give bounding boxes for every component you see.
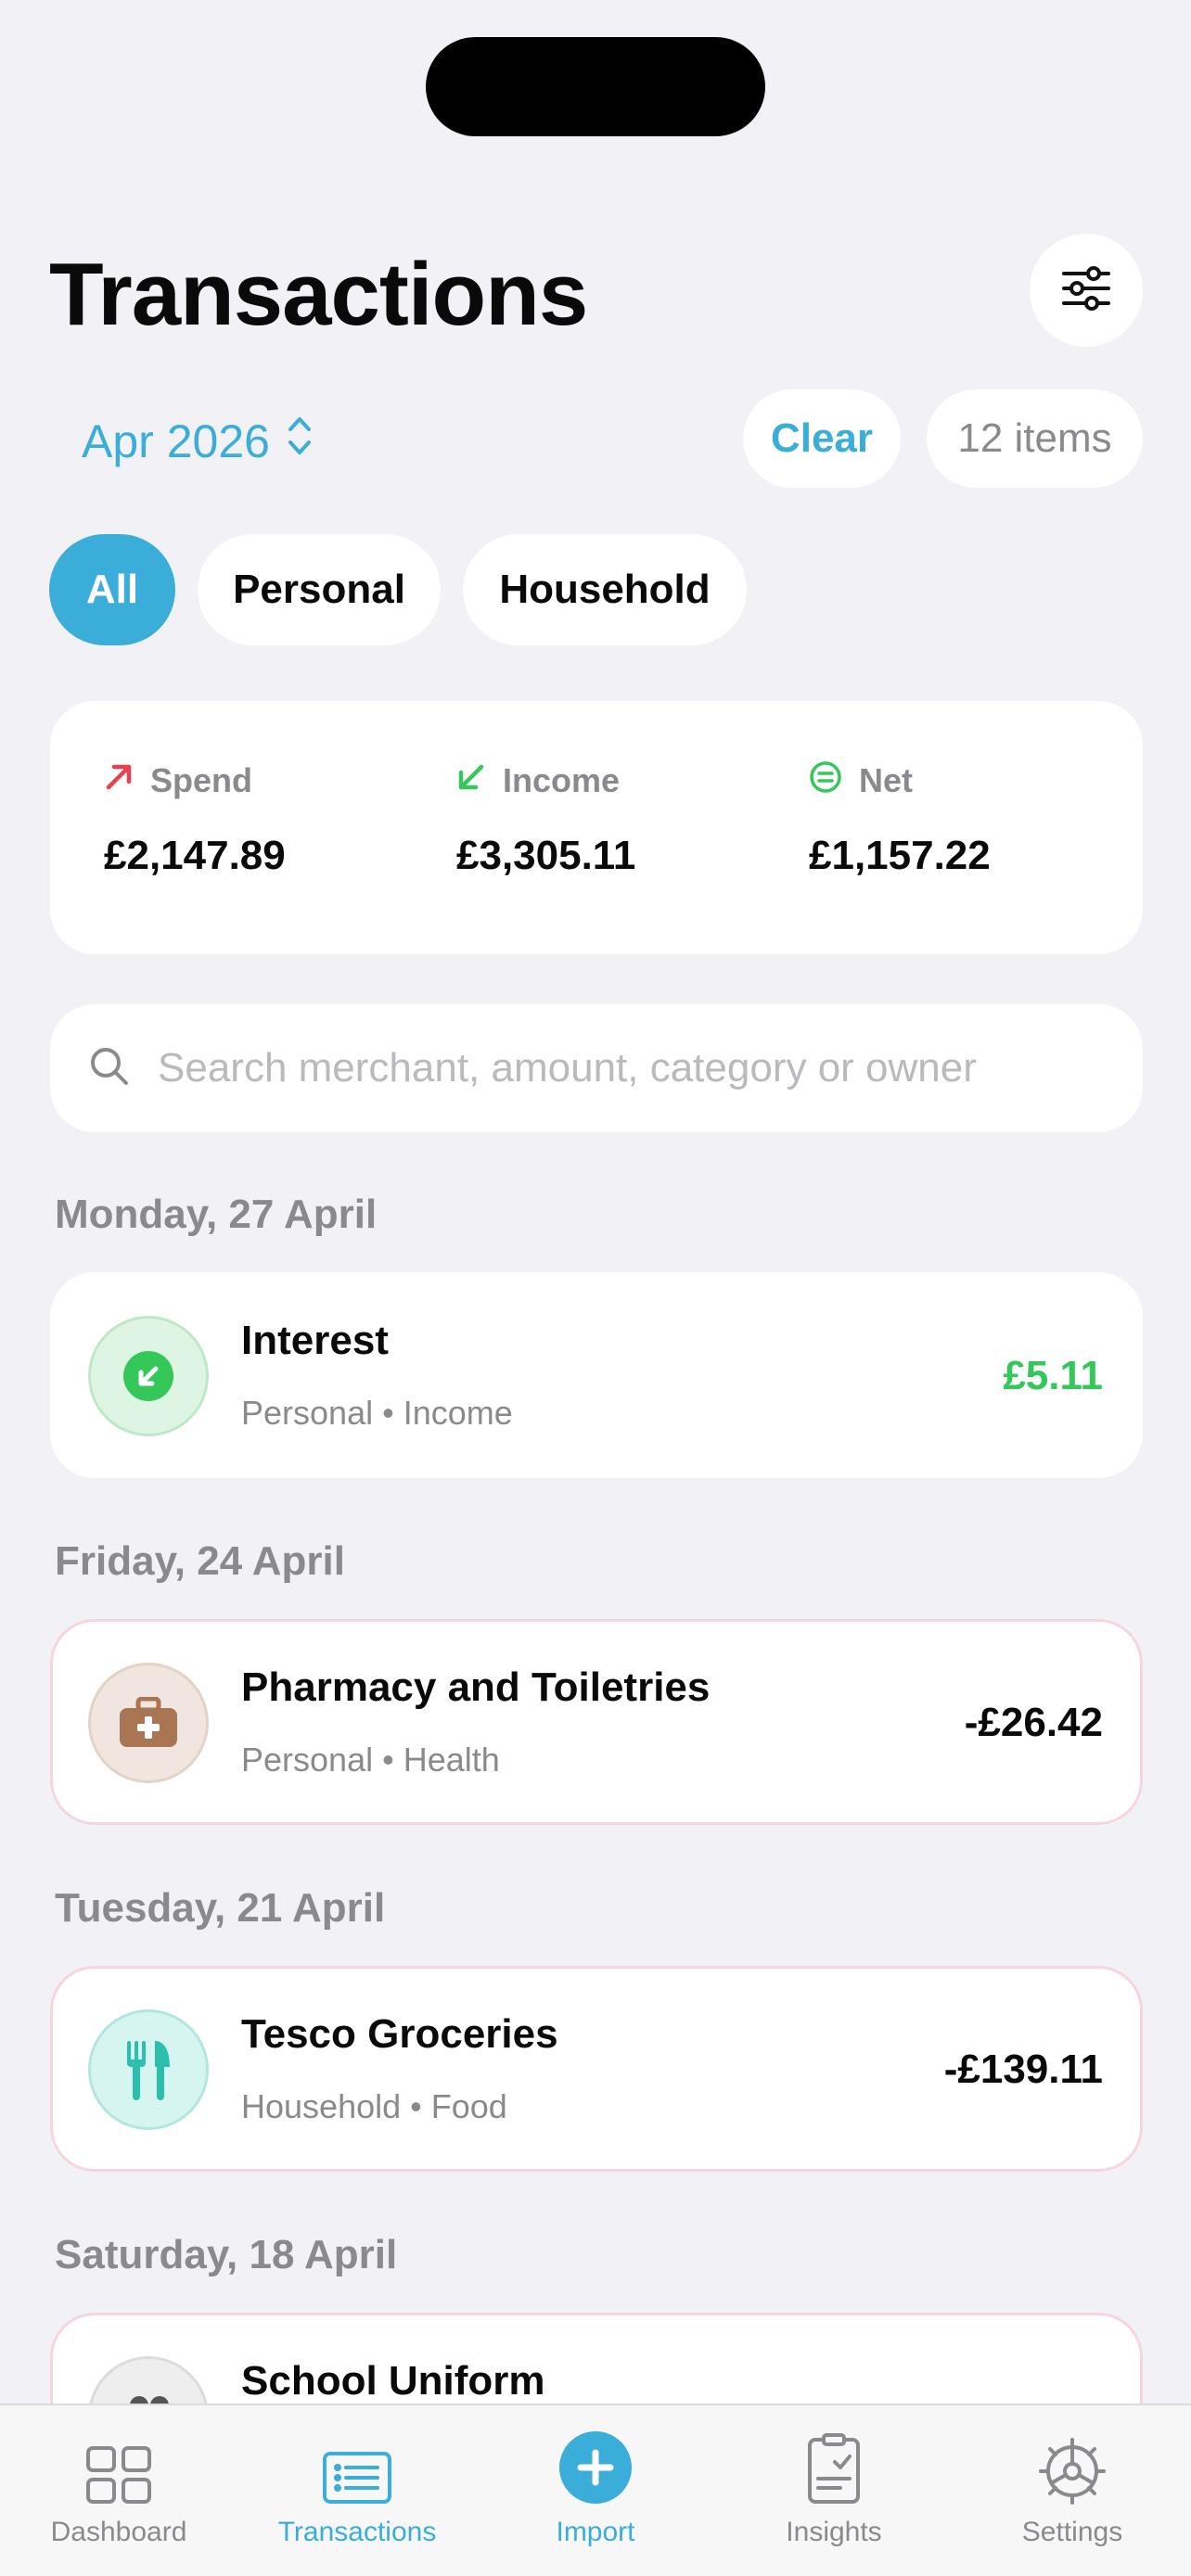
tab-label: Dashboard <box>50 2517 187 2547</box>
list-icon <box>322 2451 392 2509</box>
clear-button[interactable]: Clear <box>743 389 901 488</box>
month-label: Apr 2026 <box>82 415 270 467</box>
gear-icon <box>1039 2438 1106 2509</box>
tab-bar: Dashboard Transactions Import Insights S… <box>0 2404 1191 2576</box>
date-header: Saturday, 18 April <box>55 2232 398 2277</box>
transaction-meta: Personal • Health <box>241 1741 500 1779</box>
tab-label: Transactions <box>277 2517 437 2547</box>
tab-label: Settings <box>1021 2517 1123 2547</box>
tab-dashboard[interactable]: Dashboard <box>0 2405 237 2576</box>
date-header: Friday, 24 April <box>55 1538 345 1584</box>
tab-label: Import <box>556 2517 635 2547</box>
transaction-owner: Household <box>241 2087 402 2125</box>
equals-circle-icon <box>809 760 842 802</box>
chevron-updown-icon <box>287 414 313 468</box>
transaction-title: Pharmacy and Toiletries <box>241 1664 711 1710</box>
spend-arrow-icon <box>104 761 134 800</box>
tab-insights[interactable]: Insights <box>715 2405 953 2576</box>
net-label: Net <box>859 761 914 799</box>
spend-value: £2,147.89 <box>104 833 286 878</box>
clipboard-check-icon <box>807 2432 861 2509</box>
transaction-owner: Personal <box>241 1741 374 1779</box>
month-picker[interactable]: Apr 2026 <box>82 412 313 471</box>
segment-household[interactable]: Household <box>463 534 747 645</box>
search-bar[interactable] <box>50 1004 1143 1132</box>
transaction-amount: -£139.11 <box>943 2047 1103 2092</box>
plus-circle-icon <box>558 2430 633 2509</box>
net-summary: Net £1,157.22 <box>809 759 991 879</box>
dynamic-island <box>426 37 765 136</box>
tab-label: Insights <box>786 2517 882 2547</box>
segment-personal[interactable]: Personal <box>198 534 441 645</box>
net-value: £1,157.22 <box>809 833 991 878</box>
transaction-row[interactable]: Tesco Groceries Household • Food -£139.11 <box>50 1966 1143 2172</box>
transaction-title: Interest <box>241 1318 389 1363</box>
search-icon <box>89 1046 130 1091</box>
transaction-meta: Household • Food <box>241 2087 507 2125</box>
filter-button[interactable] <box>1030 234 1143 347</box>
date-header: Monday, 27 April <box>55 1192 378 1237</box>
transaction-category: Food <box>430 2087 507 2125</box>
spend-label: Spend <box>150 761 253 799</box>
search-input[interactable] <box>158 1045 1085 1091</box>
income-arrow-icon <box>88 1316 209 1436</box>
transaction-amount: £5.11 <box>1003 1353 1103 1398</box>
tab-transactions[interactable]: Transactions <box>238 2405 476 2576</box>
transaction-row[interactable]: Pharmacy and Toiletries Personal • Health … <box>50 1619 1143 1825</box>
fork-knife-icon <box>88 2009 209 2130</box>
transaction-amount: -£26.42 <box>964 1700 1103 1745</box>
summary-card: Spend £2,147.89 Income £3,305.11 Net £1,… <box>50 701 1143 954</box>
transaction-owner: Personal <box>241 1394 374 1432</box>
tab-settings[interactable]: Settings <box>954 2405 1191 2576</box>
transaction-row[interactable]: Interest Personal • Income £5.11 <box>50 1272 1143 1478</box>
sliders-icon <box>1060 265 1112 315</box>
tab-import[interactable]: Import <box>477 2405 714 2576</box>
spend-summary: Spend £2,147.89 <box>104 759 286 879</box>
transaction-title: Tesco Groceries <box>241 2011 558 2057</box>
income-label: Income <box>503 761 621 799</box>
page-title: Transactions <box>49 245 588 344</box>
transaction-meta: Personal • Income <box>241 1394 513 1432</box>
date-header: Tuesday, 21 April <box>55 1885 386 1931</box>
grid-icon <box>85 2445 152 2509</box>
income-summary: Income £3,305.11 <box>456 759 635 879</box>
transaction-category: Income <box>403 1394 513 1432</box>
transaction-category: Health <box>403 1741 500 1779</box>
income-arrow-icon <box>456 761 486 800</box>
medical-bag-icon <box>88 1663 209 1783</box>
segment-all[interactable]: All <box>49 534 175 645</box>
item-count-badge: 12 items <box>927 389 1143 488</box>
transaction-title: School Uniform <box>241 2358 545 2404</box>
income-value: £3,305.11 <box>456 833 636 878</box>
